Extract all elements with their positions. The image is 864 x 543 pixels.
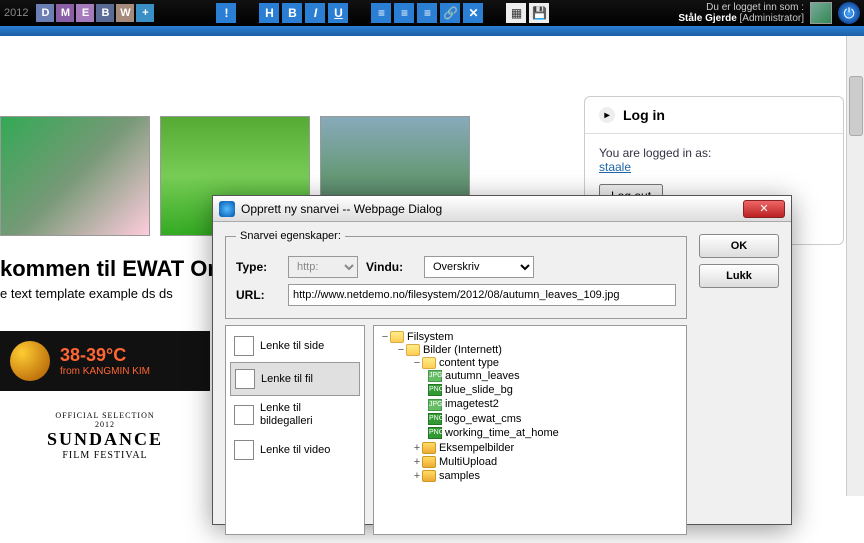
align-center-icon[interactable]: ≡ (394, 3, 414, 23)
format-bold-icon[interactable]: B (282, 3, 302, 23)
toolbar-btn-plus[interactable]: + (136, 4, 154, 22)
tree-file[interactable]: PNGlogo_ewat_cms (428, 412, 682, 426)
weather-from: from KANGMIN KIM (60, 366, 150, 377)
page-scrollbar[interactable] (846, 36, 864, 496)
toolbar-btn-m[interactable]: M (56, 4, 74, 22)
logged-in-label: You are logged in as: (599, 146, 829, 160)
format-alert-icon[interactable]: ! (216, 3, 236, 23)
image-icon[interactable]: ▦ (506, 3, 526, 23)
link-icon[interactable]: 🔗 (440, 3, 460, 23)
align-right-icon[interactable]: ≡ (417, 3, 437, 23)
tree-folder[interactable]: +Eksempelbilder (412, 441, 682, 455)
link-type-list: Lenke til side Lenke til fil Lenke til b… (225, 325, 365, 535)
blue-divider (0, 26, 864, 36)
close-icon[interactable]: ✕ (743, 200, 785, 218)
chevron-right-icon: ▸ (599, 107, 615, 123)
toolbar-btn-b[interactable]: B (96, 4, 114, 22)
close-button[interactable]: Lukk (699, 264, 779, 288)
tree-file[interactable]: PNGblue_slide_bg (428, 383, 682, 397)
avatar[interactable] (810, 2, 832, 24)
shortcut-dialog: Opprett ny snarvei -- Webpage Dialog ✕ S… (212, 195, 792, 525)
tree-folder-bilder[interactable]: −Bilder (Internett) −content type JPGaut… (396, 343, 682, 484)
type-label: Type: (236, 260, 280, 274)
tree-file[interactable]: PNGworking_time_at_home (428, 426, 682, 440)
gallery-icon (234, 405, 254, 425)
weather-temp: 38-39°C (60, 345, 150, 366)
weather-icon (10, 341, 50, 381)
tree-folder-content-type[interactable]: −content type JPGautumn_leaves PNGblue_s… (412, 356, 682, 441)
align-left-icon[interactable]: ≡ (371, 3, 391, 23)
fieldset-legend: Snarvei egenskaper: (236, 230, 345, 242)
link-to-video[interactable]: Lenke til video (230, 434, 360, 466)
login-status: Du er logget inn som : Ståle Gjerde [Adm… (678, 2, 804, 24)
tree-file[interactable]: JPGimagetest2 (428, 397, 682, 411)
video-icon (234, 440, 254, 460)
link-to-file[interactable]: Lenke til fil (230, 362, 360, 396)
shortcut-fieldset: Snarvei egenskaper: Type: http: Vindu: O… (225, 230, 687, 319)
ie-icon (219, 201, 235, 217)
link-to-page[interactable]: Lenke til side (230, 330, 360, 362)
dialog-title: Opprett ny snarvei -- Webpage Dialog (241, 202, 442, 216)
toolbar-year: 2012 (4, 7, 28, 19)
toolbar-btn-d[interactable]: D (36, 4, 54, 22)
dialog-titlebar[interactable]: Opprett ny snarvei -- Webpage Dialog ✕ (213, 196, 791, 222)
top-toolbar: 2012 D M E B W + ! H B I U ≡ ≡ ≡ 🔗 ✕ ▦ 💾… (0, 0, 864, 26)
file-tree: −Filsystem −Bilder (Internett) −content … (373, 325, 687, 535)
tree-folder[interactable]: +MultiUpload (412, 455, 682, 469)
format-italic-icon[interactable]: I (305, 3, 325, 23)
username-link[interactable]: staale (599, 160, 631, 174)
save-icon[interactable]: 💾 (529, 3, 549, 23)
link-to-gallery[interactable]: Lenke til bildegalleri (230, 396, 360, 434)
tree-folder[interactable]: +samples (412, 469, 682, 483)
toolbar-btn-w[interactable]: W (116, 4, 134, 22)
login-panel-header[interactable]: ▸ Log in (585, 97, 843, 134)
page-icon (234, 336, 254, 356)
url-label: URL: (236, 288, 280, 302)
type-select[interactable]: http: (288, 256, 358, 278)
unlink-icon[interactable]: ✕ (463, 3, 483, 23)
tree-root[interactable]: −Filsystem −Bilder (Internett) −content … (380, 330, 682, 485)
power-icon[interactable]: ⏻ (838, 2, 860, 24)
tree-file[interactable]: JPGautumn_leaves (428, 369, 682, 383)
weather-widget: 38-39°C from KANGMIN KIM (0, 331, 210, 391)
url-input[interactable] (288, 284, 676, 306)
file-icon (235, 369, 255, 389)
ok-button[interactable]: OK (699, 234, 779, 258)
sundance-badge: OFFICIAL SELECTION 2012 SUNDANCE FILM FE… (0, 401, 210, 471)
window-select[interactable]: Overskriv (424, 256, 534, 278)
format-underline-icon[interactable]: U (328, 3, 348, 23)
gallery-thumb[interactable] (0, 116, 150, 236)
window-label: Vindu: (366, 260, 416, 274)
toolbar-btn-e[interactable]: E (76, 4, 94, 22)
format-heading-icon[interactable]: H (259, 3, 279, 23)
